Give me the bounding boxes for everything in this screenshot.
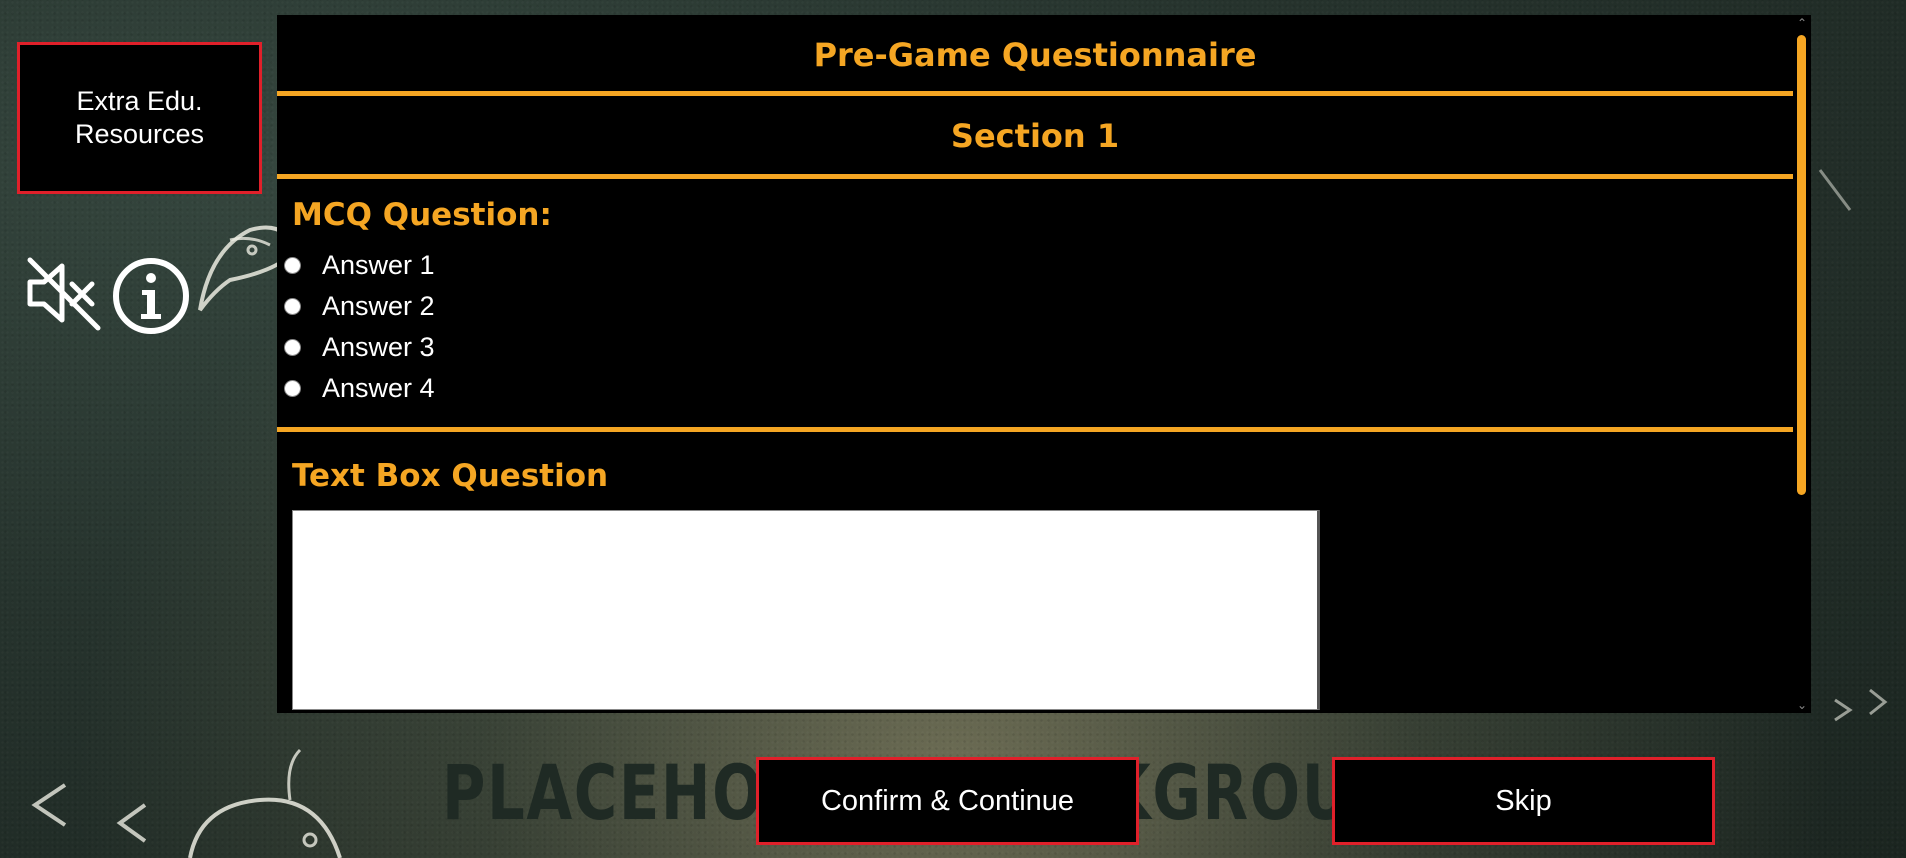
text-box-question-heading: Text Box Question [292,458,609,494]
radio-button[interactable] [284,339,301,356]
extra-edu-resources-label: Extra Edu. Resources [74,86,205,149]
chalk-doodle-controller-icon [188,748,342,858]
chalk-doodle-right-icon [1818,169,1888,722]
vertical-scrollbar[interactable]: ⌃ ⌄ [1793,15,1811,713]
answer-label: Answer 1 [322,250,435,280]
scroll-up-arrow-icon[interactable]: ⌃ [1797,17,1807,29]
radio-button[interactable] [284,380,301,397]
mcq-answer-option[interactable]: Answer 3 [284,327,1793,368]
extra-edu-resources-button[interactable]: Extra Edu. Resources [17,42,262,194]
mcq-answer-option[interactable]: Answer 2 [284,286,1793,327]
mute-icon[interactable] [24,256,104,332]
scroll-down-arrow-icon[interactable]: ⌄ [1797,699,1807,711]
questionnaire-panel: Pre-Game Questionnaire Section 1 MCQ Que… [277,15,1811,713]
info-icon[interactable] [111,256,191,336]
skip-button[interactable]: Skip [1332,757,1715,845]
text-box-answer-input[interactable] [292,510,1320,710]
mcq-answer-option[interactable]: Answer 1 [284,245,1793,286]
mcq-answer-option[interactable]: Answer 4 [284,368,1793,409]
scrollbar-thumb[interactable] [1797,35,1806,495]
chalk-doodle-arrows-icon [31,783,147,843]
radio-button[interactable] [284,257,301,274]
mcq-question-block: MCQ Question: Answer 1 Answer 2 Answer 3… [277,179,1793,432]
questionnaire-title: Pre-Game Questionnaire [277,15,1793,96]
radio-button[interactable] [284,298,301,315]
answer-label: Answer 4 [322,373,435,403]
confirm-continue-button[interactable]: Confirm & Continue [756,757,1139,845]
mcq-question-heading: MCQ Question: [292,197,552,233]
answer-label: Answer 2 [322,291,435,321]
text-box-question-block: Text Box Question [277,432,1793,710]
answer-label: Answer 3 [322,332,435,362]
questionnaire-content: Pre-Game Questionnaire Section 1 MCQ Que… [277,15,1793,710]
section-title: Section 1 [277,96,1793,179]
